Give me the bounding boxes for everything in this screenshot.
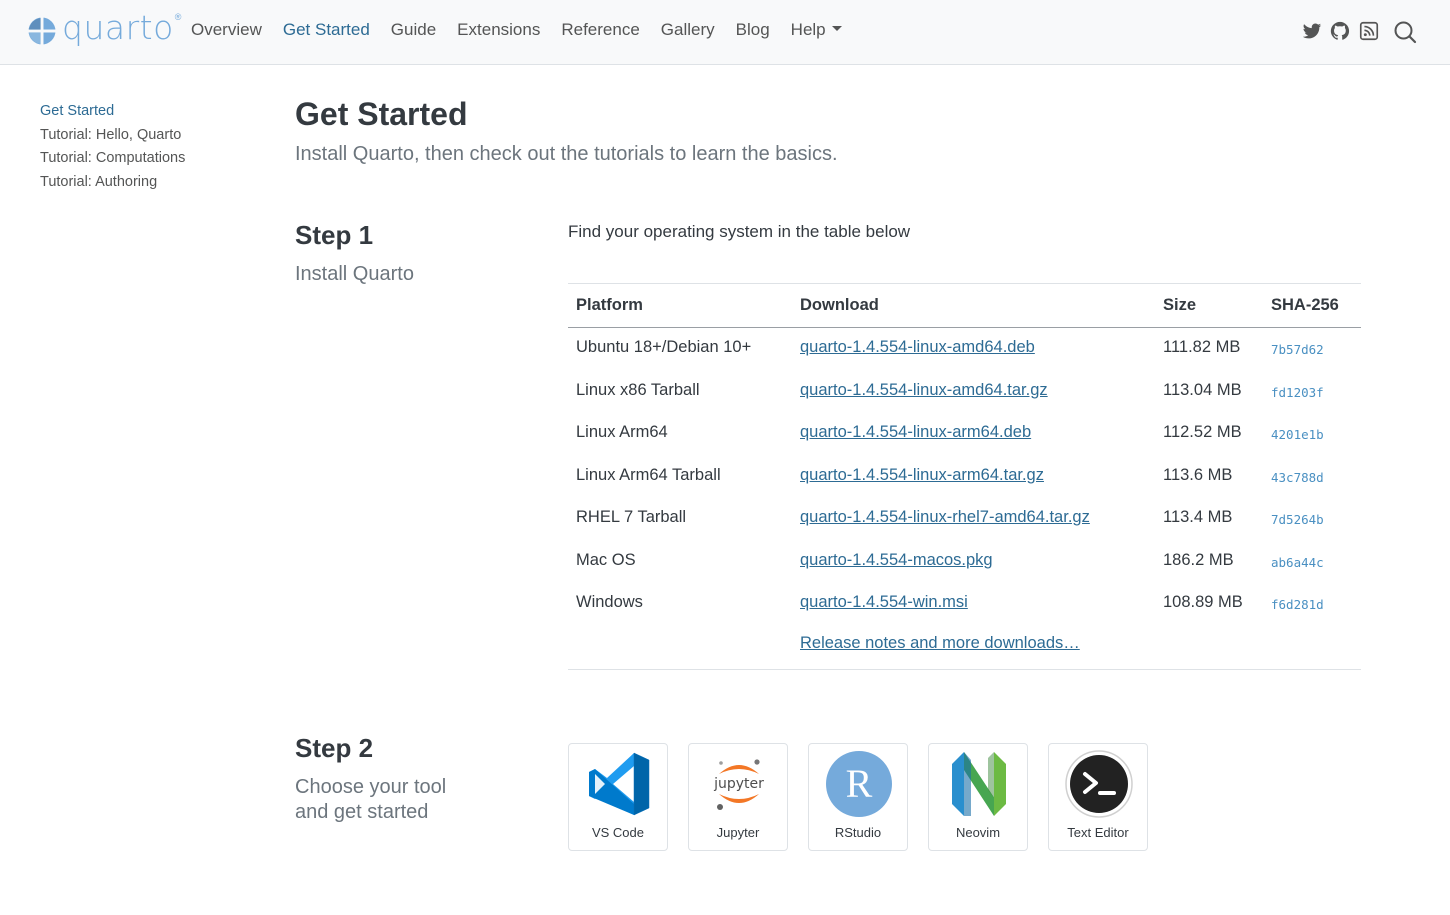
header-sha256: SHA-256: [1271, 296, 1339, 314]
table-footer: Release notes and more downloads…: [568, 626, 1361, 669]
table-row: Windows quarto-1.4.554-win.msi 108.89 MB…: [568, 583, 1361, 626]
tool-card-text-editor[interactable]: Text Editor: [1048, 743, 1148, 851]
tool-label-neovim: Neovim: [955, 825, 1001, 840]
size-cell: 112.52 MB: [1163, 423, 1242, 441]
step1-subtitle: Install Quarto: [295, 263, 414, 285]
download-link[interactable]: quarto-1.4.554-linux-amd64.tar.gz: [800, 381, 1048, 400]
step1-intro: Find your operating system in the table …: [568, 222, 911, 241]
step2-subtitle-line1: Choose your tool: [295, 776, 447, 798]
size-cell: 186.2 MB: [1163, 550, 1234, 569]
header-download: Download: [800, 296, 879, 314]
sha-link[interactable]: f6d281d: [1271, 597, 1324, 612]
tool-label-jupyter: Jupyter: [716, 825, 760, 840]
nav-gallery[interactable]: Gallery: [661, 20, 715, 40]
download-link[interactable]: quarto-1.4.554-linux-arm64.tar.gz: [800, 466, 1044, 485]
sidebar: Get Started Tutorial: Hello, Quarto Tuto…: [40, 101, 185, 196]
rss-icon[interactable]: [1358, 20, 1380, 42]
release-notes-link[interactable]: Release notes and more downloads…: [800, 634, 1080, 653]
platform-cell: Windows: [576, 593, 643, 611]
step2-subtitle-line2: and get started: [295, 801, 429, 823]
brand-registered-mark: ®: [174, 11, 182, 22]
header-size: Size: [1163, 296, 1197, 314]
nav-reference[interactable]: Reference: [561, 20, 639, 40]
tool-card-rstudio[interactable]: R RStudio: [808, 743, 908, 851]
main-nav: Overview Get Started Guide Extensions Re…: [191, 20, 863, 40]
size-cell: 113.6 MB: [1163, 465, 1233, 484]
download-link[interactable]: quarto-1.4.554-win.msi: [800, 593, 968, 612]
size-cell: 113.04 MB: [1163, 380, 1242, 399]
download-link[interactable]: quarto-1.4.554-linux-amd64.deb: [800, 338, 1035, 357]
search-icon[interactable]: [1393, 20, 1417, 44]
sha-link[interactable]: fd1203f: [1271, 385, 1324, 400]
page-title: Get Started: [295, 96, 468, 132]
downloads-table: Platform Download Size SHA-256 Ubuntu 18…: [568, 283, 1361, 670]
download-link[interactable]: quarto-1.4.554-linux-arm64.deb: [800, 423, 1031, 442]
table-row: Linux Arm64 quarto-1.4.554-linux-arm64.d…: [568, 413, 1361, 456]
jupyter-icon: jupyter: [713, 759, 764, 810]
size-cell: 113.4 MB: [1163, 508, 1233, 526]
sidebar-item-tutorial-computations[interactable]: Tutorial: Computations: [40, 148, 185, 172]
caret-down-icon: [831, 26, 842, 32]
platform-cell: RHEL 7 Tarball: [576, 508, 687, 526]
sidebar-item-get-started[interactable]: Get Started: [40, 101, 185, 125]
tool-cards: VS Code jupyter Jupyter R RStudio Neovim: [568, 743, 1168, 851]
twitter-icon[interactable]: [1301, 20, 1323, 42]
sidebar-item-tutorial-hello[interactable]: Tutorial: Hello, Quarto: [40, 125, 185, 149]
header-platform: Platform: [576, 296, 643, 314]
table-header: Platform Download Size SHA-256: [568, 284, 1361, 328]
nav-blog[interactable]: Blog: [736, 20, 770, 40]
terminal-icon: [1065, 750, 1133, 818]
table-row: RHEL 7 Tarball quarto-1.4.554-linux-rhel…: [568, 498, 1361, 541]
rstudio-icon-text: R: [846, 761, 873, 806]
sha-link[interactable]: 7d5264b: [1271, 512, 1324, 527]
tool-label-text-editor: Text Editor: [1067, 825, 1129, 840]
sha-link[interactable]: ab6a44c: [1271, 555, 1324, 570]
nav-overview[interactable]: Overview: [191, 20, 262, 40]
sha-link[interactable]: 43c788d: [1271, 470, 1324, 485]
quarto-logo[interactable]: quarto ®: [28, 8, 182, 47]
platform-cell: Ubuntu 18+/Debian 10+: [576, 338, 752, 356]
nav-help-dropdown[interactable]: Help: [791, 20, 842, 40]
sha-link[interactable]: 4201e1b: [1271, 427, 1324, 442]
step1-title: Step 1: [295, 220, 374, 250]
table-row: Mac OS quarto-1.4.554-macos.pkg 186.2 MB…: [568, 541, 1361, 584]
top-navbar: quarto ® Overview Get Started Guide Exte…: [0, 0, 1450, 65]
nav-help-label: Help: [790, 20, 826, 39]
neovim-icon: [952, 752, 1006, 816]
tool-card-vscode[interactable]: VS Code: [568, 743, 668, 851]
platform-cell: Linux x86 Tarball: [576, 380, 700, 399]
brand-name: quarto: [62, 8, 174, 47]
rstudio-icon: R: [826, 751, 892, 817]
table-row: Linux Arm64 Tarball quarto-1.4.554-linux…: [568, 456, 1361, 499]
sha-link[interactable]: 7b57d62: [1271, 342, 1324, 357]
nav-extensions[interactable]: Extensions: [457, 20, 540, 40]
jupyter-icon-text: jupyter: [713, 776, 764, 792]
platform-cell: Linux Arm64 Tarball: [576, 465, 721, 484]
nav-get-started[interactable]: Get Started: [283, 20, 370, 40]
sidebar-item-tutorial-authoring[interactable]: Tutorial: Authoring: [40, 172, 185, 196]
tool-card-neovim[interactable]: Neovim: [928, 743, 1028, 851]
nav-guide[interactable]: Guide: [391, 20, 436, 40]
vscode-icon: [589, 752, 650, 816]
platform-cell: Linux Arm64: [576, 423, 668, 441]
table-row: Ubuntu 18+/Debian 10+ quarto-1.4.554-lin…: [568, 328, 1361, 371]
table-row: Linux x86 Tarball quarto-1.4.554-linux-a…: [568, 371, 1361, 414]
tool-label-vscode: VS Code: [591, 825, 645, 840]
tool-card-jupyter[interactable]: jupyter Jupyter: [688, 743, 788, 851]
tool-label-rstudio: RStudio: [834, 825, 882, 840]
size-cell: 108.89 MB: [1163, 593, 1243, 611]
step2-title: Step 2: [295, 733, 374, 763]
size-cell: 111.82 MB: [1163, 338, 1241, 356]
platform-cell: Mac OS: [576, 550, 636, 569]
download-link[interactable]: quarto-1.4.554-macos.pkg: [800, 551, 993, 570]
download-link[interactable]: quarto-1.4.554-linux-rhel7-amd64.tar.gz: [800, 508, 1090, 527]
page-subtitle: Install Quarto, then check out the tutor…: [295, 143, 838, 165]
github-icon[interactable]: [1329, 20, 1351, 42]
quarto-logo-icon: [28, 16, 56, 45]
